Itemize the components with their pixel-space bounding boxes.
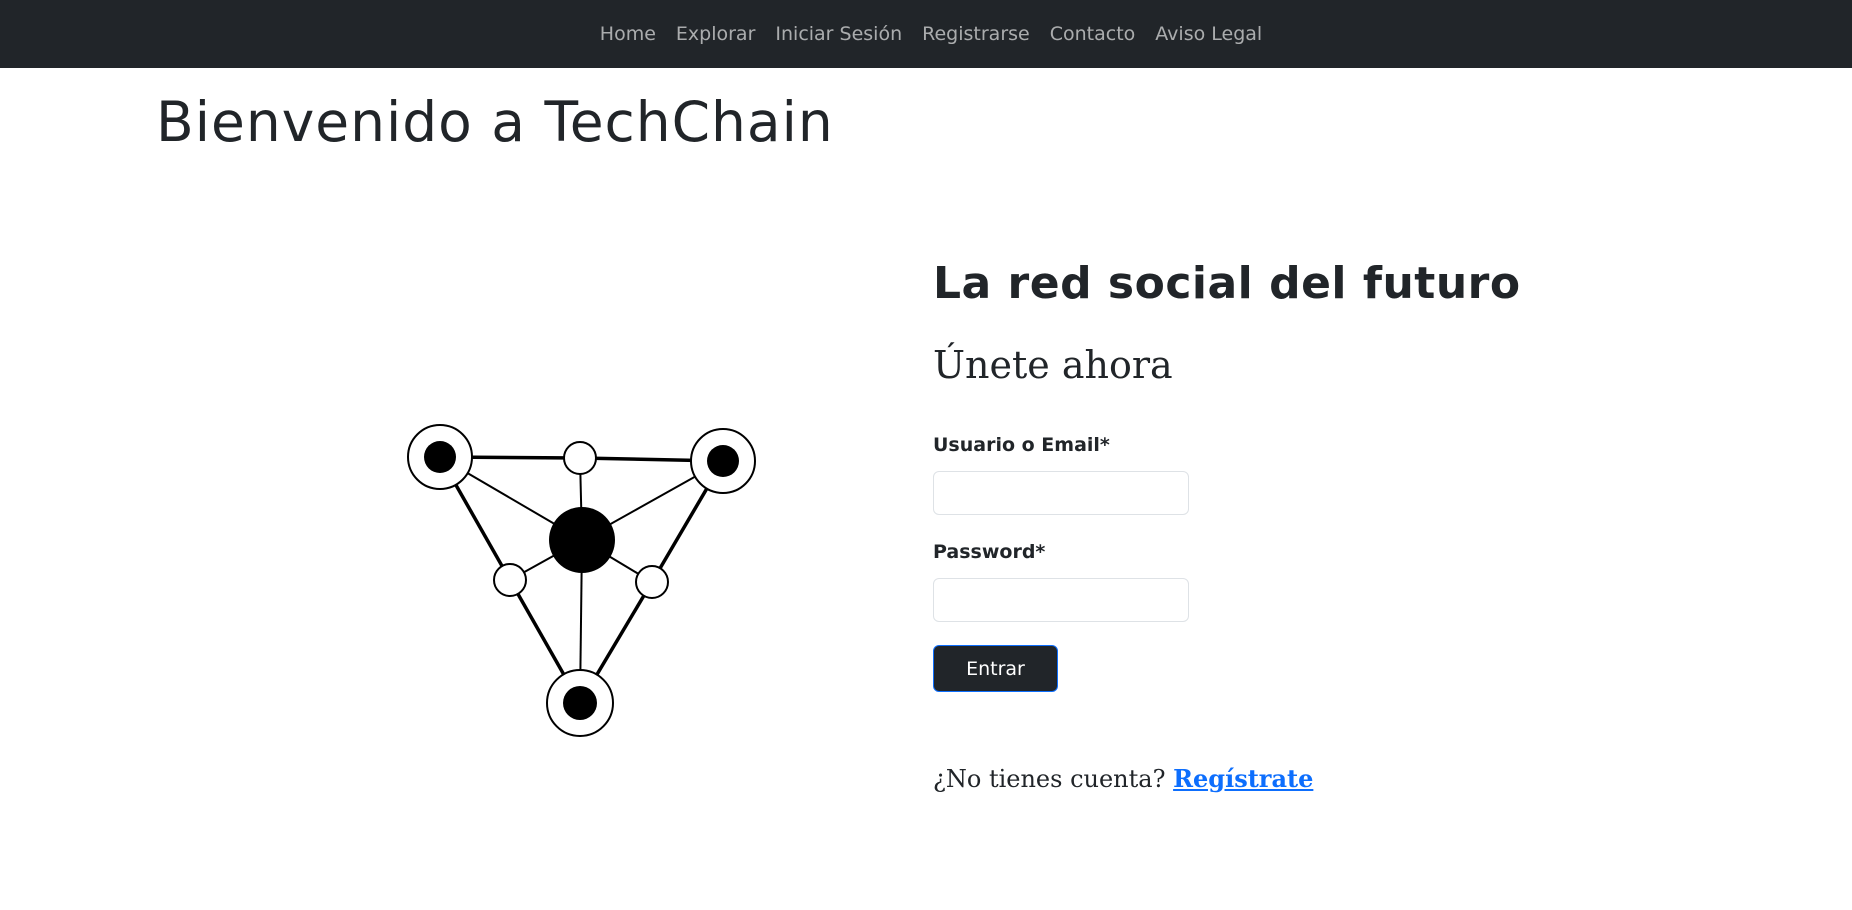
nav-link-registrarse[interactable]: Registrarse <box>912 23 1040 45</box>
submit-button[interactable]: Entrar <box>933 645 1058 692</box>
user-label: Usuario o Email* <box>933 434 1110 456</box>
top-navbar: Home Explorar Iniciar Sesión Registrarse… <box>0 0 1852 68</box>
nav-link-aviso-legal[interactable]: Aviso Legal <box>1145 23 1272 45</box>
user-email-input[interactable] <box>933 471 1189 515</box>
nav-link-contacto[interactable]: Contacto <box>1040 23 1146 45</box>
password-label: Password* <box>933 541 1046 563</box>
signup-link[interactable]: Regístrate <box>1173 764 1313 793</box>
nav-link-home[interactable]: Home <box>590 23 666 45</box>
page-title: Bienvenido a TechChain <box>156 90 834 154</box>
nav-link-explorar[interactable]: Explorar <box>666 23 765 45</box>
nav-link-iniciar-sesion[interactable]: Iniciar Sesión <box>765 23 912 45</box>
tagline: La red social del futuro <box>933 258 1521 309</box>
no-account-text: ¿No tienes cuenta? <box>933 765 1166 793</box>
signup-prompt: ¿No tienes cuenta? Regístrate <box>933 764 1313 793</box>
nav-menu: Home Explorar Iniciar Sesión Registrarse… <box>590 23 1272 45</box>
join-heading: Únete ahora <box>933 343 1173 387</box>
network-graph-icon <box>407 424 756 737</box>
password-input[interactable] <box>933 578 1189 622</box>
